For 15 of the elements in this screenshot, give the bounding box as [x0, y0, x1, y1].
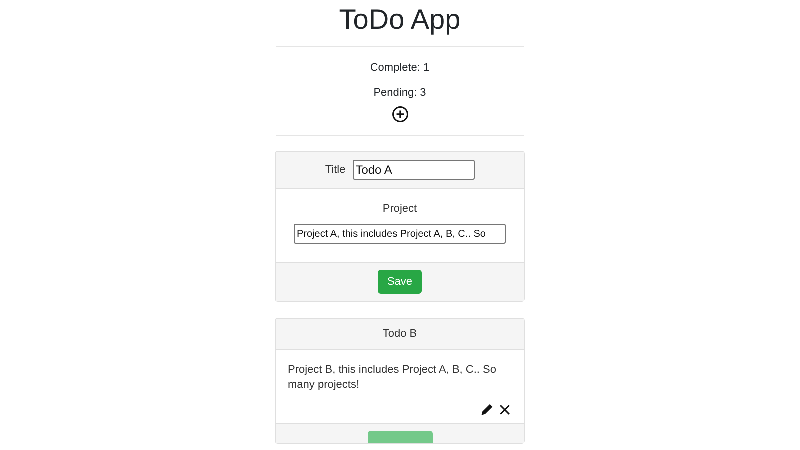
pencil-icon: [480, 403, 494, 417]
title-input[interactable]: Todo A: [352, 160, 475, 180]
plus-circle-icon: [392, 106, 408, 123]
add-button[interactable]: [392, 106, 408, 123]
delete-button[interactable]: [498, 403, 512, 417]
stat-text: Pending: 3: [374, 87, 426, 100]
todo-project: Project B, this includes Project A, B, C.. So many projects!: [288, 363, 498, 393]
todo-title: Todo B: [382, 328, 418, 340]
app-title: ToDo App: [339, 3, 461, 37]
title-label: Title: [325, 164, 346, 176]
close-icon: [498, 403, 512, 417]
edit-button[interactable]: [480, 403, 494, 417]
project-label: Project: [382, 203, 418, 215]
stat-text: Complete: 1: [370, 62, 430, 75]
project-input[interactable]: Project A, this includes Project A, B, C.. So: [294, 224, 506, 244]
